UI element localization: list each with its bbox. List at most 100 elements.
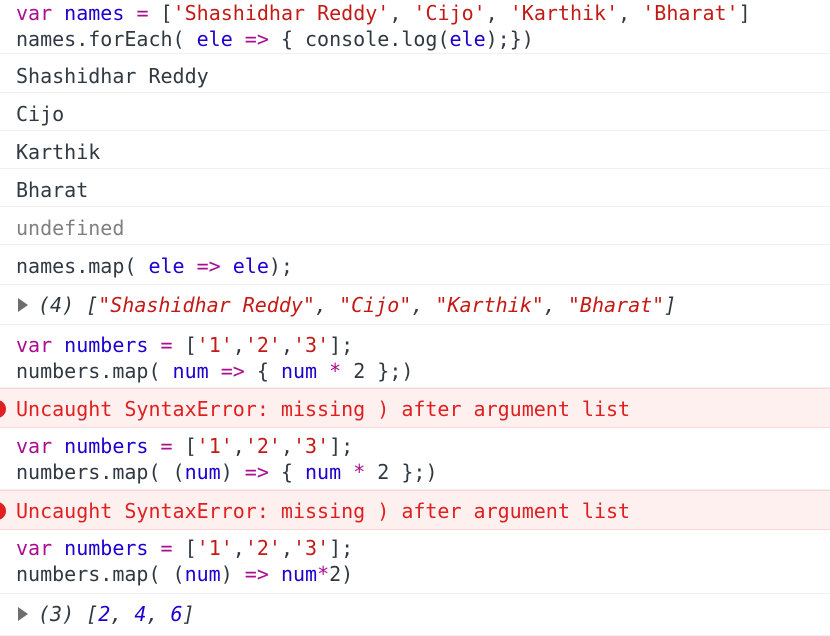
code-token: 2 <box>98 602 111 626</box>
code-token: );}) <box>485 27 534 51</box>
array-preview[interactable]: (4) ["Shashidhar Reddy", "Cijo", "Karthi… <box>38 292 676 318</box>
code-token: , <box>389 1 414 25</box>
error-message: Uncaught SyntaxError: missing ) after ar… <box>16 397 631 421</box>
code-token: (3) [ <box>38 602 99 626</box>
code-token: 2 };) <box>365 460 438 484</box>
code-token: 'Bharat' <box>642 1 739 25</box>
code-token: "Shashidhar Reddy" <box>98 293 315 317</box>
code-token: ]; <box>329 536 354 560</box>
code-token: , <box>232 536 245 560</box>
array-preview[interactable]: (3) [2, 4, 6] <box>38 601 195 627</box>
code-token: "Bharat" <box>567 293 665 317</box>
code-token: '3' <box>293 434 330 458</box>
code-token: '1' <box>196 536 233 560</box>
code-token: '3' <box>293 333 330 357</box>
code-token: , <box>411 293 436 317</box>
code-token: => <box>196 254 221 278</box>
code-token: 'Cijo' <box>413 1 486 25</box>
code-token: = <box>136 1 149 25</box>
code-token: , <box>280 333 293 357</box>
code-token: [ <box>172 434 197 458</box>
code-token: "Karthik" <box>435 293 544 317</box>
code-token: => <box>244 562 269 586</box>
expand-arrow-icon[interactable] <box>18 607 28 621</box>
code-token: '2' <box>244 333 281 357</box>
code-token: , <box>485 1 510 25</box>
code-token: num <box>172 359 209 383</box>
code-token: { <box>244 359 281 383</box>
code-token: ele <box>232 254 269 278</box>
code-token: , <box>146 602 171 626</box>
code-token: , <box>618 1 643 25</box>
console-log-entry: Cijo <box>0 93 830 131</box>
console-log-entry: Karthik <box>0 131 830 169</box>
code-token: '2' <box>244 536 281 560</box>
code-token: { console.log( <box>268 27 450 51</box>
log-text: Cijo <box>16 102 65 126</box>
code-token: var <box>16 1 53 25</box>
error-icon <box>0 502 6 520</box>
code-token: var <box>16 434 53 458</box>
code-token: 4 <box>134 602 147 626</box>
code-token: num <box>184 562 221 586</box>
code-token: * <box>329 359 342 383</box>
expand-arrow-icon[interactable] <box>18 298 28 312</box>
code-token: ) <box>220 562 245 586</box>
code-token: var <box>16 333 53 357</box>
console-result-array: (4) ["Shashidhar Reddy", "Cijo", "Karthi… <box>0 285 830 325</box>
console-input-entry: var numbers = ['1','2','3']; numbers.map(… <box>0 428 830 490</box>
code-line: var numbers = ['1','2','3']; <box>16 535 353 561</box>
code-token: "Cijo" <box>339 293 412 317</box>
code-token: (4) [ <box>38 293 99 317</box>
devtools-console: var names = [ 'Shashidhar Reddy', 'Cijo',… <box>0 0 830 636</box>
code-line: var names = ['Shashidhar Reddy', 'Cijo',… <box>16 0 751 26</box>
code-token: numbers.map( ( <box>16 562 185 586</box>
console-input-entry: names.map( ele => ele); <box>0 245 830 285</box>
code-token: num <box>280 562 318 586</box>
code-token: ]; <box>329 333 354 357</box>
code-token: ] <box>182 602 195 626</box>
code-token: numbers.map( <box>16 359 173 383</box>
code-token: = <box>160 536 173 560</box>
code-token: [ <box>172 536 197 560</box>
code-token: = <box>160 434 173 458</box>
code-token: { <box>268 460 306 484</box>
code-line: numbers.map( num => { num * 2 };) <box>16 358 413 384</box>
code-token: => <box>244 27 269 51</box>
code-token: names.map( <box>16 254 149 278</box>
code-token: numbers.map( ( <box>16 460 185 484</box>
code-line: names.forEach( ele => { console.log(ele)… <box>16 26 534 52</box>
console-result-array: (3) [2, 4, 6] <box>0 594 830 636</box>
code-token: 'Shashidhar Reddy' <box>172 1 390 25</box>
code-token: * <box>317 562 330 586</box>
undefined-text: undefined <box>16 216 125 240</box>
code-token: , <box>280 434 293 458</box>
code-token: '1' <box>196 333 233 357</box>
log-text: Bharat <box>16 178 89 202</box>
code-token: '3' <box>293 536 330 560</box>
code-token: numbers <box>64 536 149 560</box>
code-token: numbers <box>64 434 149 458</box>
code-line: numbers.map( (num) => { num * 2 };) <box>16 459 437 485</box>
code-token: 2) <box>329 562 354 586</box>
code-token: ele <box>196 27 233 51</box>
console-log-entry: Shashidhar Reddy <box>0 55 830 93</box>
code-token: var <box>16 536 53 560</box>
code-token: names <box>64 1 125 25</box>
code-line: var numbers = ['1','2','3']; <box>16 433 353 459</box>
console-result-undefined: undefined <box>0 207 830 245</box>
code-token: ] <box>664 293 677 317</box>
code-token: ele <box>148 254 185 278</box>
console-input-entry: var numbers = ['1','2','3']; numbers.map(… <box>0 325 830 388</box>
code-token: = <box>160 333 173 357</box>
code-token: ele <box>449 27 486 51</box>
